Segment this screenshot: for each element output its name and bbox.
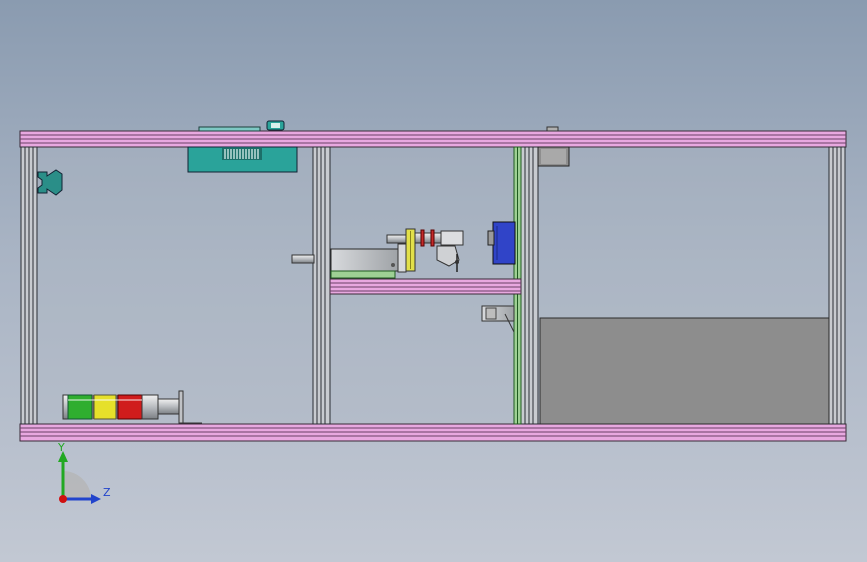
post-left	[20, 146, 38, 425]
triad-quadrant-arc	[63, 471, 91, 499]
sensor-box	[537, 146, 570, 167]
cad-viewport[interactable]	[0, 0, 867, 562]
guide-rod	[291, 254, 315, 264]
z-axis-label: Z	[103, 486, 111, 499]
large-gray-cabinet	[539, 317, 830, 425]
top-small-part	[546, 126, 559, 132]
post-right	[828, 146, 846, 425]
post-middle-right	[520, 146, 539, 425]
top-connector	[266, 120, 285, 131]
yellow-bracket	[405, 228, 416, 272]
bottom-rail	[19, 423, 847, 442]
y-axis-label: Y	[58, 441, 65, 454]
top-cable-tray	[198, 126, 261, 132]
top-rail	[19, 130, 847, 148]
teal-wall-bracket	[37, 169, 63, 196]
triad-origin	[59, 495, 67, 503]
linear-actuator	[330, 243, 407, 279]
teal-electrical-panel	[187, 146, 298, 173]
tower-light	[62, 390, 202, 424]
coordinate-triad	[58, 451, 101, 504]
middle-shelf	[329, 278, 522, 295]
post-middle-left	[312, 146, 331, 425]
